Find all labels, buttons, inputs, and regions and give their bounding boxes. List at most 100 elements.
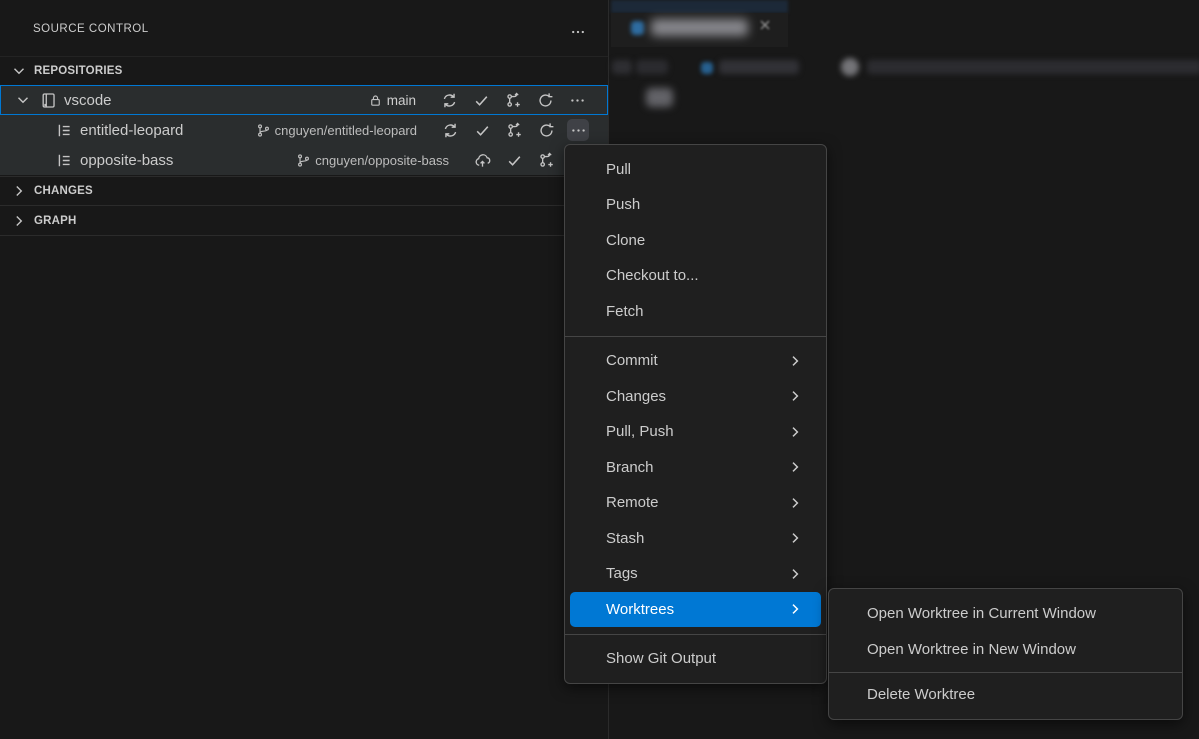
close-icon[interactable] — [757, 17, 773, 33]
refresh-button[interactable] — [535, 119, 557, 141]
menu-item-stash[interactable]: Stash — [565, 521, 826, 557]
menu-item-open-worktree-new-window[interactable]: Open Worktree in New Window — [829, 632, 1182, 668]
active-tab-top-border — [611, 0, 788, 13]
ellipsis-icon — [570, 24, 586, 40]
worktrees-submenu: Open Worktree in Current Window Open Wor… — [828, 588, 1183, 720]
chevron-down-icon — [11, 63, 27, 79]
create-worktree-button[interactable] — [502, 89, 524, 111]
menu-item-tags[interactable]: Tags — [565, 556, 826, 592]
chevron-right-icon — [11, 183, 27, 199]
redacted-breadcrumb-segment — [719, 60, 799, 74]
check-icon — [473, 92, 490, 109]
menu-separator — [829, 672, 1182, 673]
chevron-right-icon — [11, 213, 27, 229]
submenu-chevron-right-icon — [787, 388, 803, 404]
publish-button[interactable] — [471, 149, 493, 171]
vscode-window: SOURCE CONTROL REPOSITORIES vscode — [0, 0, 1199, 739]
branch-name: cnguyen/entitled-leopard — [275, 123, 417, 138]
section-label: REPOSITORIES — [34, 65, 122, 77]
worktree-name: opposite-bass — [80, 152, 173, 169]
sync-button[interactable] — [438, 89, 460, 111]
submenu-chevron-right-icon — [787, 566, 803, 582]
git-branch-icon — [296, 153, 311, 168]
submenu-chevron-right-icon — [787, 530, 803, 546]
redacted-breadcrumb-segment — [636, 60, 668, 74]
list-tree-icon — [56, 122, 73, 139]
list-tree-icon — [56, 152, 73, 169]
redacted-symbol-icon — [841, 58, 859, 76]
lock-icon — [368, 93, 383, 108]
repo-icon — [40, 92, 57, 109]
create-worktree-button[interactable] — [503, 119, 525, 141]
branch-name: cnguyen/opposite-bass — [315, 153, 449, 168]
refresh-button[interactable] — [534, 89, 556, 111]
redacted-breadcrumb-segment — [867, 60, 1199, 74]
submenu-chevron-right-icon — [787, 424, 803, 440]
repository-more-actions-button[interactable] — [566, 89, 588, 111]
menu-item-pull[interactable]: Pull — [565, 152, 826, 188]
sidebar-title: SOURCE CONTROL — [33, 23, 149, 35]
worktree-row-opposite-bass[interactable]: opposite-bass cnguyen/opposite-bass — [0, 145, 608, 175]
menu-item-changes[interactable]: Changes — [565, 379, 826, 415]
menu-separator — [565, 336, 826, 337]
menu-item-worktrees[interactable]: Worktrees — [570, 592, 821, 628]
submenu-chevron-right-icon — [787, 601, 803, 617]
menu-item-clone[interactable]: Clone — [565, 223, 826, 259]
submenu-chevron-right-icon — [787, 459, 803, 475]
menu-item-push[interactable]: Push — [565, 187, 826, 223]
refresh-icon — [538, 122, 555, 139]
repository-row-vscode[interactable]: vscode main — [0, 85, 608, 115]
section-label: CHANGES — [34, 185, 93, 197]
menu-item-remote[interactable]: Remote — [565, 485, 826, 521]
commit-button[interactable] — [471, 119, 493, 141]
redacted-editor-fragment — [646, 88, 673, 107]
branch-status: cnguyen/opposite-bass — [296, 153, 449, 168]
sync-button[interactable] — [439, 119, 461, 141]
check-icon — [506, 152, 523, 169]
git-branch-icon — [256, 123, 271, 138]
worktree-name: entitled-leopard — [80, 122, 183, 139]
repository-context-menu: Pull Push Clone Checkout to... Fetch Com… — [564, 144, 827, 684]
tab-file-icon — [631, 21, 644, 35]
views-more-actions-button[interactable] — [564, 19, 592, 44]
chevron-down-icon[interactable] — [14, 91, 32, 109]
redacted-tab-filename — [651, 19, 748, 36]
section-header-changes[interactable]: CHANGES — [0, 176, 608, 206]
menu-separator — [565, 634, 826, 635]
commit-button[interactable] — [503, 149, 525, 171]
source-control-sidebar: SOURCE CONTROL REPOSITORIES vscode — [0, 0, 609, 739]
editor-tab[interactable] — [611, 13, 788, 47]
menu-item-fetch[interactable]: Fetch — [565, 294, 826, 330]
check-icon — [474, 122, 491, 139]
menu-item-delete-worktree[interactable]: Delete Worktree — [829, 677, 1182, 713]
menu-item-show-git-output[interactable]: Show Git Output — [565, 641, 826, 677]
menu-item-commit[interactable]: Commit — [565, 343, 826, 379]
sync-icon — [441, 92, 458, 109]
submenu-chevron-right-icon — [787, 353, 803, 369]
section-header-repositories[interactable]: REPOSITORIES — [0, 56, 608, 85]
pull-request-create-icon — [506, 122, 523, 139]
ellipsis-icon — [570, 122, 587, 139]
branch-name: main — [387, 93, 416, 108]
menu-item-open-worktree-current-window[interactable]: Open Worktree in Current Window — [829, 596, 1182, 632]
breadcrumb-file-icon — [701, 62, 713, 74]
branch-status: main — [368, 93, 416, 108]
repository-name: vscode — [64, 92, 112, 109]
refresh-icon — [537, 92, 554, 109]
branch-status: cnguyen/entitled-leopard — [256, 123, 417, 138]
menu-item-branch[interactable]: Branch — [565, 450, 826, 486]
menu-item-pull-push[interactable]: Pull, Push — [565, 414, 826, 450]
sync-icon — [442, 122, 459, 139]
worktree-more-actions-button[interactable] — [567, 119, 589, 141]
pull-request-create-icon — [505, 92, 522, 109]
section-label: GRAPH — [34, 215, 77, 227]
worktree-row-entitled-leopard[interactable]: entitled-leopard cnguyen/entitled-leopar… — [0, 115, 608, 145]
commit-button[interactable] — [470, 89, 492, 111]
create-worktree-button[interactable] — [535, 149, 557, 171]
submenu-chevron-right-icon — [787, 495, 803, 511]
ellipsis-icon — [569, 92, 586, 109]
cloud-upload-icon — [474, 152, 491, 169]
redacted-breadcrumb-segment — [612, 60, 632, 74]
section-header-graph[interactable]: GRAPH — [0, 206, 608, 236]
menu-item-checkout-to[interactable]: Checkout to... — [565, 258, 826, 294]
